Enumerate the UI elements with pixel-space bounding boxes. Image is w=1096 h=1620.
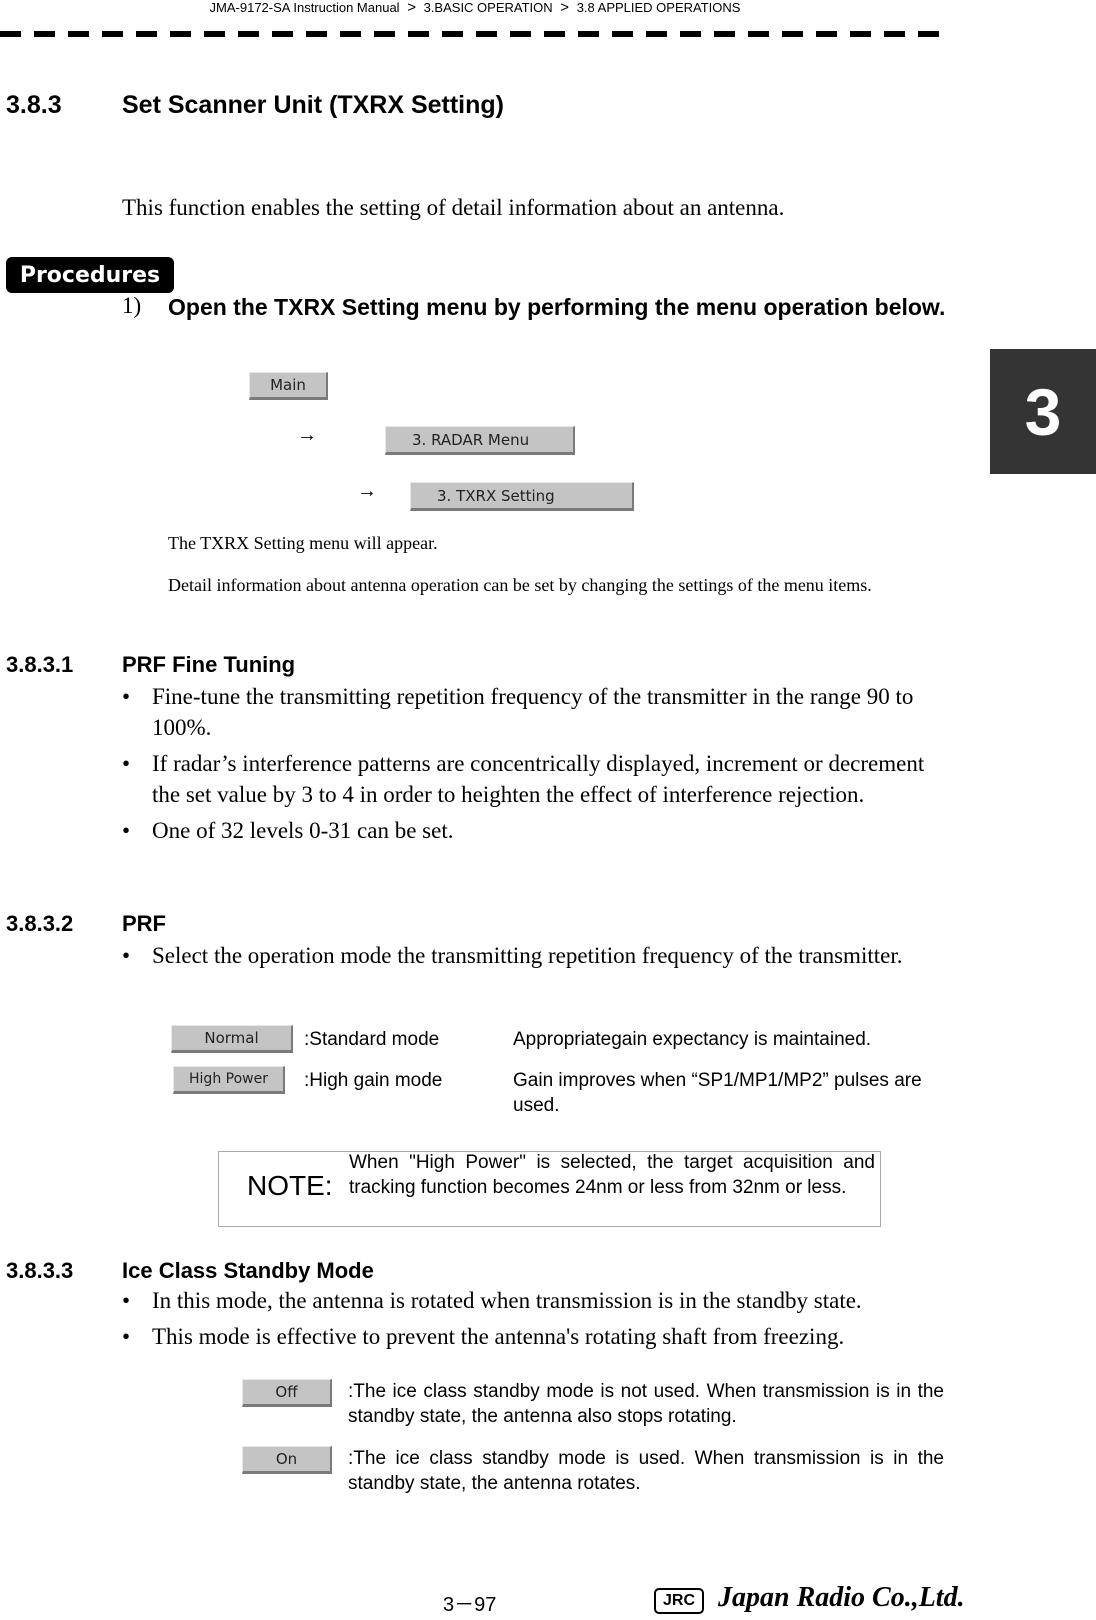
option-mode: :High gain mode — [304, 1070, 443, 1091]
section-intro: This function enables the setting of det… — [122, 195, 785, 220]
subsection-number: 3.8.3.1 — [6, 652, 74, 677]
step-number: 1) — [122, 293, 142, 318]
subsection-title: Ice Class Standby Mode — [122, 1258, 374, 1283]
bullet-list: In this mode, the antenna is rotated whe… — [122, 1285, 952, 1357]
option-button-on[interactable]: On — [242, 1446, 332, 1474]
subsection-number: 3.8.3.2 — [6, 911, 74, 936]
arrow-right-icon: → — [297, 424, 317, 446]
step-detail: Detail information about antenna operati… — [168, 575, 872, 595]
note-label: NOTE: — [247, 1170, 333, 1201]
option-description: :The ice class standby mode is not used.… — [348, 1381, 944, 1427]
list-item: One of 32 levels 0-31 can be set. — [122, 815, 952, 846]
option-mode: :Standard mode — [304, 1029, 440, 1050]
breadcrumb-chapter: 3.BASIC OPERATION — [423, 0, 553, 15]
note-text: When "High Power" is selected, the targe… — [349, 1152, 875, 1198]
subsection-title: PRF Fine Tuning — [122, 652, 296, 677]
step-result: The TXRX Setting menu will appear. — [168, 533, 438, 553]
list-item: If radar’s interference patterns are con… — [122, 748, 952, 810]
page-number: 3－97 — [443, 1594, 497, 1616]
option-button-off[interactable]: Off — [242, 1379, 332, 1407]
subsection-title: PRF — [122, 911, 166, 936]
option-button-high-power[interactable]: High Power — [173, 1066, 285, 1094]
list-item: Select the operation mode the transmitti… — [122, 940, 922, 971]
company-logo: Japan Radio Co.,Ltd. — [718, 1582, 965, 1613]
list-item: This mode is effective to prevent the an… — [122, 1321, 952, 1352]
header-divider — [0, 31, 952, 37]
option-description: Gain improves when “SP1/MP1/MP2” pulses … — [513, 1070, 922, 1116]
step-instruction: Open the TXRX Setting menu by performing… — [168, 294, 946, 320]
arrow-right-icon: → — [357, 480, 377, 502]
breadcrumb-manual: JMA-9172-SA Instruction Manual — [209, 0, 400, 15]
section-title: Set Scanner Unit (TXRX Setting) — [122, 91, 504, 119]
procedures-badge: Procedures — [6, 257, 174, 293]
menu-button-txrx-setting[interactable]: 3. TXRX Setting — [410, 482, 634, 511]
subsection-number: 3.8.3.3 — [6, 1258, 74, 1283]
bullet-list: Fine-tune the transmitting repetition fr… — [122, 681, 952, 851]
list-item: Fine-tune the transmitting repetition fr… — [122, 681, 952, 743]
section-number: 3.8.3 — [6, 91, 62, 119]
jrc-logo: JRC — [654, 1588, 704, 1614]
breadcrumb: JMA-9172-SA Instruction Manual > 3.BASIC… — [0, 0, 950, 16]
option-description: Appropriategain expectancy is maintained… — [513, 1029, 872, 1050]
option-button-normal[interactable]: Normal — [171, 1025, 293, 1053]
list-item: In this mode, the antenna is rotated whe… — [122, 1285, 952, 1316]
menu-button-main[interactable]: Main — [249, 372, 328, 400]
breadcrumb-section: 3.8 APPLIED OPERATIONS — [576, 0, 741, 15]
menu-button-radar-menu[interactable]: 3. RADAR Menu — [385, 426, 575, 455]
bullet-list: Select the operation mode the transmitti… — [122, 940, 922, 976]
breadcrumb-separator: > — [407, 0, 416, 16]
breadcrumb-separator: > — [560, 0, 570, 16]
option-description: :The ice class standby mode is used. Whe… — [348, 1448, 944, 1494]
chapter-tab: 3 — [990, 349, 1096, 474]
